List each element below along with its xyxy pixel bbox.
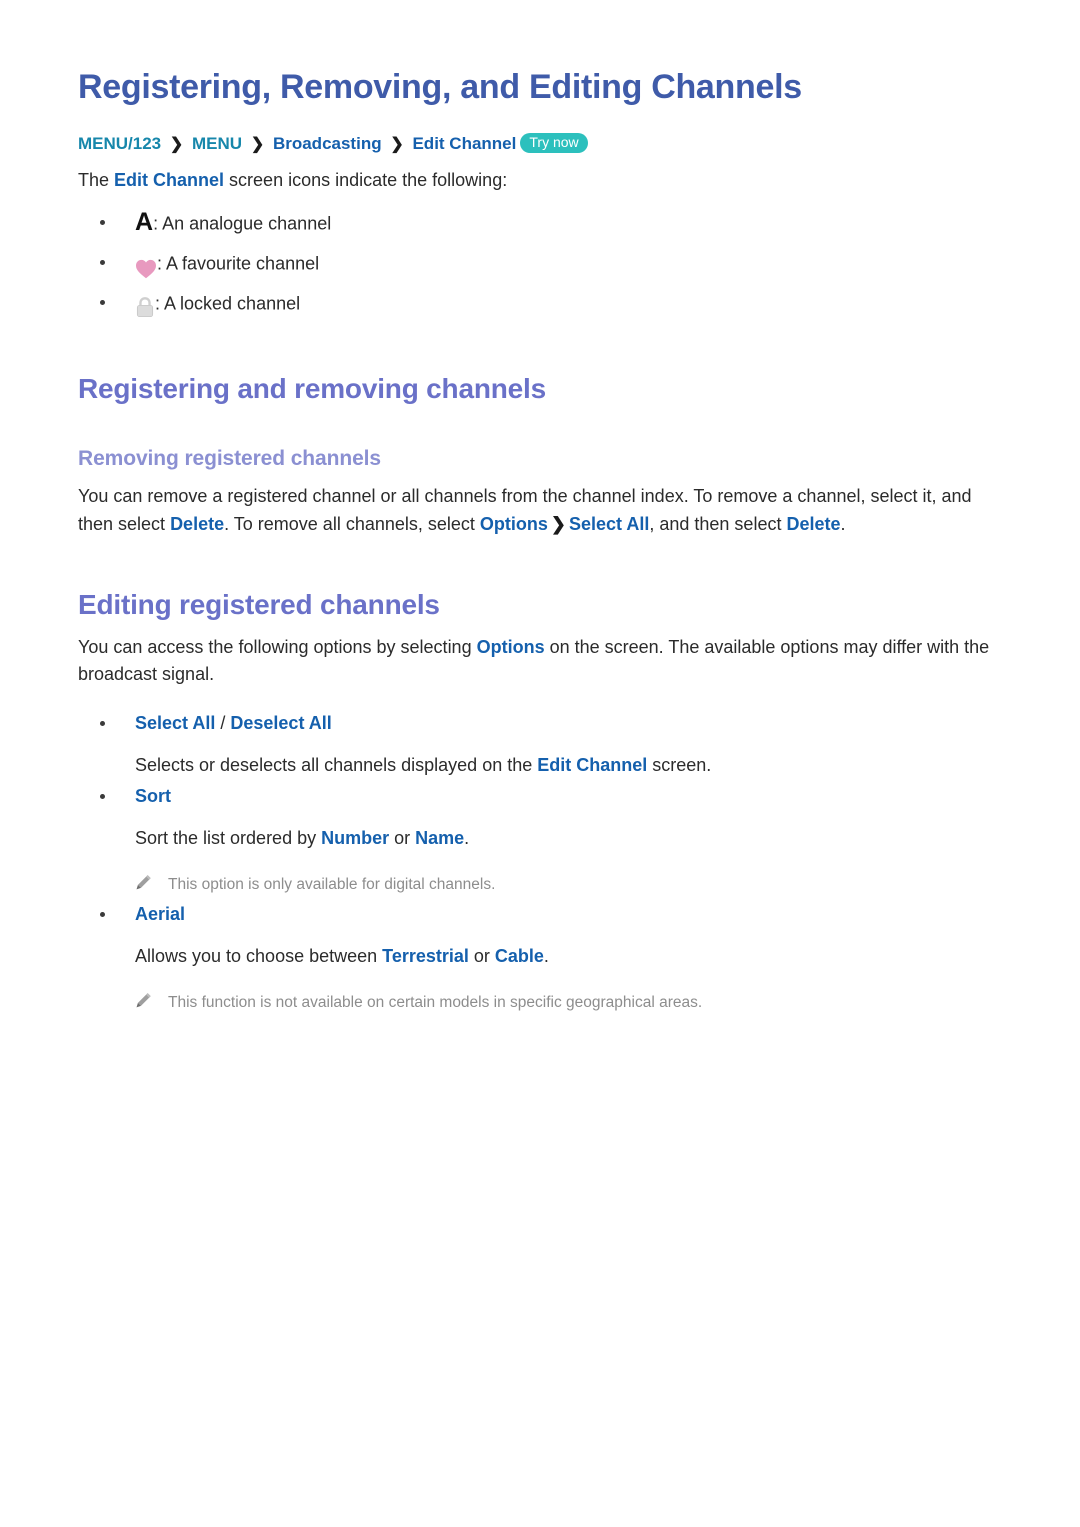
- intro-text-before: The: [78, 170, 115, 191]
- terrestrial-link[interactable]: Terrestrial: [382, 946, 469, 966]
- heart-icon: [135, 253, 157, 278]
- removing-text-3: , and then select: [649, 513, 787, 534]
- legend-label-favourite: : A favourite channel: [157, 253, 320, 274]
- breadcrumb: MENU/123 ❯ MENU ❯ Broadcasting ❯ Edit Ch…: [78, 133, 1020, 155]
- removing-text-4: .: [840, 513, 846, 534]
- sort-option-link[interactable]: Sort: [135, 786, 171, 806]
- desc-text-1: Allows you to choose between: [135, 945, 383, 966]
- option-select-all: Select All / Deselect All Selects or des…: [78, 710, 1020, 779]
- option-label-sort: Sort: [78, 783, 1020, 810]
- note-text-sort: This option is only available for digita…: [168, 876, 496, 894]
- intro-text-after: screen icons indicate the following:: [224, 170, 508, 191]
- options-link[interactable]: Options: [480, 514, 548, 534]
- option-slash: /: [215, 713, 231, 734]
- breadcrumb-item-broadcasting[interactable]: Broadcasting: [273, 134, 382, 153]
- subsection-heading-removing: Removing registered channels: [78, 447, 381, 471]
- letter-a-icon: A: [135, 208, 154, 237]
- desc-text-3: .: [543, 945, 549, 966]
- removing-text-2: . To remove all channels, select: [224, 513, 480, 534]
- lock-icon: [135, 292, 155, 317]
- option-sort: Sort Sort the list ordered by Number or …: [78, 783, 1020, 896]
- note-sort: This option is only available for digita…: [78, 873, 1020, 896]
- select-all-link[interactable]: Select All: [569, 514, 649, 534]
- intro-paragraph: The Edit Channel screen icons indicate t…: [78, 167, 1008, 194]
- legend-label-analogue: : An analogue channel: [153, 213, 332, 234]
- chevron-right-icon: ❯: [250, 136, 265, 154]
- legend-item-analogue: A: An analogue channel: [78, 202, 1020, 242]
- pencil-icon: [135, 992, 152, 1010]
- desc-text-1: Sort the list ordered by: [135, 828, 322, 849]
- edit-channel-link-2[interactable]: Edit Channel: [537, 755, 647, 775]
- editing-paragraph: You can access the following options by …: [78, 634, 1008, 689]
- channel-icon-legend: A: An analogue channel : A favourite cha…: [78, 202, 1020, 322]
- cable-link[interactable]: Cable: [495, 946, 544, 966]
- option-desc-aerial: Allows you to choose between Terrestrial…: [78, 943, 1020, 970]
- deselect-all-option-link[interactable]: Deselect All: [230, 713, 331, 733]
- desc-text-2: or: [468, 945, 495, 966]
- delete-link[interactable]: Delete: [170, 514, 224, 534]
- note-aerial: This function is not available on certai…: [78, 991, 1020, 1014]
- option-label-select-all: Select All / Deselect All: [78, 710, 1020, 737]
- options-link-2[interactable]: Options: [477, 637, 545, 657]
- delete-link-2[interactable]: Delete: [786, 514, 840, 534]
- legend-label-locked: : A locked channel: [155, 293, 301, 314]
- pencil-icon: [135, 874, 152, 892]
- section-heading-registering: Registering and removing channels: [78, 373, 546, 405]
- option-desc-select-all: Selects or deselects all channels displa…: [78, 752, 1020, 779]
- chevron-right-icon: ❯: [169, 136, 184, 154]
- aerial-option-link[interactable]: Aerial: [135, 904, 185, 924]
- page-title: Registering, Removing, and Editing Chann…: [78, 68, 802, 106]
- chevron-right-icon: ❯: [550, 513, 566, 534]
- option-desc-sort: Sort the list ordered by Number or Name.: [78, 825, 1020, 852]
- desc-text-3: .: [464, 828, 470, 849]
- try-now-badge[interactable]: Try now: [520, 133, 588, 154]
- breadcrumb-item-menu[interactable]: MENU: [192, 134, 242, 153]
- legend-item-favourite: : A favourite channel: [78, 242, 1020, 282]
- removing-paragraph: You can remove a registered channel or a…: [78, 483, 1008, 538]
- options-list: Select All / Deselect All Selects or des…: [78, 710, 1020, 1014]
- number-link[interactable]: Number: [321, 828, 389, 848]
- section-heading-editing: Editing registered channels: [78, 588, 440, 620]
- desc-text-2: or: [389, 828, 416, 849]
- select-all-option-link[interactable]: Select All: [135, 713, 215, 733]
- breadcrumb-item-edit-channel[interactable]: Edit Channel: [412, 134, 516, 153]
- breadcrumb-item-menu123[interactable]: MENU/123: [78, 134, 161, 153]
- chevron-right-icon: ❯: [390, 136, 404, 154]
- name-link[interactable]: Name: [415, 828, 464, 848]
- option-aerial: Aerial Allows you to choose between Terr…: [78, 901, 1020, 1014]
- edit-channel-link[interactable]: Edit Channel: [114, 170, 224, 190]
- legend-item-locked: : A locked channel: [78, 282, 1020, 322]
- document-page: Registering, Removing, and Editing Chann…: [0, 0, 1080, 1527]
- editing-text-1: You can access the following options by …: [78, 636, 477, 657]
- note-text-aerial: This function is not available on certai…: [168, 993, 703, 1011]
- desc-text-1: Selects or deselects all channels displa…: [135, 755, 538, 776]
- desc-text-2: screen.: [647, 755, 712, 776]
- option-label-aerial: Aerial: [78, 901, 1020, 928]
